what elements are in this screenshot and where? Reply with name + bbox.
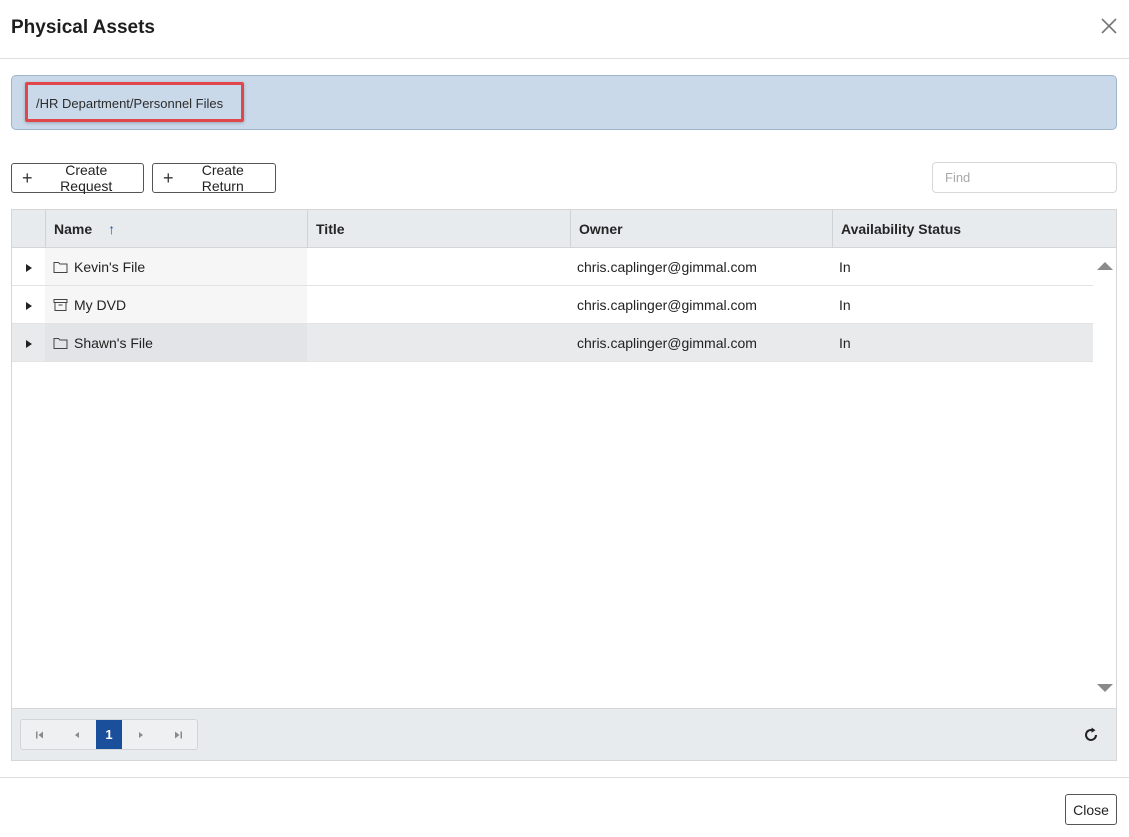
column-header-title[interactable]: Title (307, 210, 570, 248)
column-header-owner[interactable]: Owner (570, 210, 832, 248)
column-header-name[interactable]: Name ↑ (45, 210, 307, 248)
row-status: In (839, 258, 851, 275)
folder-icon (53, 261, 68, 273)
dialog-header: Physical Assets (0, 0, 1129, 59)
row-owner: chris.caplinger@gimmal.com (577, 296, 757, 313)
first-page-icon[interactable] (21, 720, 59, 749)
column-name-label: Name (54, 221, 93, 237)
column-header-availability-status[interactable]: Availability Status (832, 210, 1116, 248)
row-owner: chris.caplinger@gimmal.com (577, 258, 757, 275)
pagination: 1 (20, 719, 198, 750)
row-name-cell: Kevin's File (45, 248, 307, 285)
header-expand-column (12, 210, 45, 248)
scroll-down-arrow-icon[interactable] (1097, 684, 1113, 692)
row-name: My DVD (74, 296, 127, 313)
row-name-cell: Shawn's File (45, 324, 307, 361)
column-owner-label: Owner (579, 221, 623, 237)
column-title-label: Title (316, 221, 345, 237)
row-status: In (839, 334, 851, 351)
assets-grid: Name ↑ Title Owner Availability Status K… (11, 209, 1117, 761)
folder-icon (53, 337, 68, 349)
dialog-footer (0, 777, 1129, 837)
create-request-button[interactable]: + Create Request (11, 162, 144, 194)
close-button[interactable]: Close (1065, 794, 1117, 825)
archive-box-icon (53, 298, 68, 311)
table-row[interactable]: Kevin's File chris.caplinger@gimmal.com … (12, 248, 1093, 286)
row-name: Shawn's File (74, 334, 153, 351)
refresh-icon[interactable] (1082, 726, 1100, 744)
create-return-label: Create Return (201, 162, 244, 194)
close-icon[interactable] (1099, 16, 1119, 36)
path-breadcrumb-bar: /HR Department/Personnel Files (11, 75, 1117, 130)
page-number-button[interactable]: 1 (96, 720, 122, 749)
grid-header: Name ↑ Title Owner Availability Status (12, 210, 1116, 248)
row-status: In (839, 296, 851, 313)
plus-icon: + (22, 168, 33, 188)
last-page-icon[interactable] (159, 720, 197, 749)
expand-row-icon[interactable] (12, 324, 45, 361)
path-text: /HR Department/Personnel Files (36, 96, 224, 111)
plus-icon: + (163, 168, 174, 188)
row-name-cell: My DVD (45, 286, 307, 323)
scroll-up-arrow-icon[interactable] (1097, 262, 1113, 270)
next-page-icon[interactable] (122, 720, 160, 749)
table-row[interactable]: My DVD chris.caplinger@gimmal.com In (12, 286, 1093, 324)
row-name: Kevin's File (74, 258, 146, 275)
previous-page-icon[interactable] (59, 720, 97, 749)
sort-ascending-icon: ↑ (108, 221, 116, 237)
row-owner: chris.caplinger@gimmal.com (577, 334, 757, 351)
find-input[interactable] (932, 162, 1117, 193)
dialog-title: Physical Assets (11, 17, 155, 38)
create-request-label: Create Request (60, 162, 113, 194)
table-row-selected[interactable]: Shawn's File chris.caplinger@gimmal.com … (12, 324, 1093, 362)
expand-row-icon[interactable] (12, 248, 45, 285)
pager-bar: 1 (12, 708, 1116, 760)
column-status-label: Availability Status (841, 221, 962, 237)
expand-row-icon[interactable] (12, 286, 45, 323)
create-return-button[interactable]: + Create Return (152, 162, 276, 194)
